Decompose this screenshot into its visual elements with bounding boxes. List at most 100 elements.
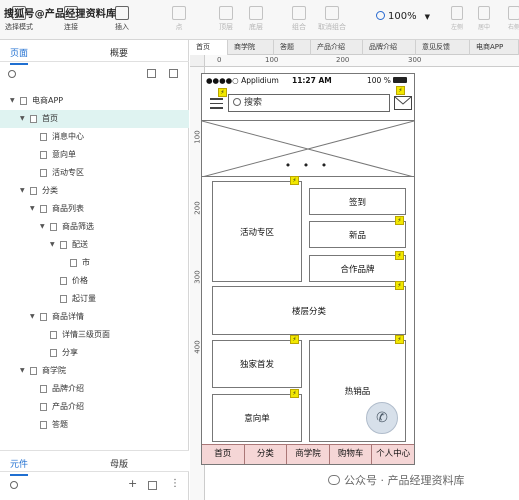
tree-item[interactable]: 消息中心 [0,128,189,146]
menu-icon[interactable] [210,98,223,109]
mail-icon[interactable] [394,96,412,110]
tree-item-label: 产品介绍 [52,402,84,411]
block-new[interactable]: 新品 [309,221,406,248]
doc-tab[interactable]: 产品介绍 [311,40,363,55]
add-page-icon[interactable] [147,69,157,78]
doc-tab[interactable]: 答题 [274,40,311,55]
doc-tab-label: 意见反馈 [422,43,450,51]
tab-outline[interactable]: 概要 [110,46,128,59]
tab-widgets[interactable]: 元件 [10,457,29,476]
zoom-control[interactable]: 100% ▼ [376,11,430,22]
left-panel: 页面 概要 ▼ 电商APP ▼ 首页 消息中心 意向单 活动专区 ▼ 分类 ▼ 商品列表 ▼ 商品筛选 ▼… [0,40,189,500]
tree-item[interactable]: ▼ 商学院 [0,362,189,380]
add-folder-icon[interactable] [169,69,178,78]
tree-item[interactable]: 品牌介绍 [0,380,189,398]
tree-item[interactable]: 起订量 [0,290,189,308]
plus-icon[interactable]: + [128,477,137,490]
page-icon [60,295,67,303]
watermark-text: 搜狐号@产品经理资料库 [4,9,117,20]
block-signin[interactable]: 签到 [309,188,406,215]
tree-item[interactable]: ▼ 首页 [0,110,189,128]
block-intent[interactable]: 意向单 [212,394,302,442]
chevron-down-icon[interactable]: ▼ [30,308,35,326]
chevron-down-icon[interactable]: ▼ [20,362,25,380]
page-icon [40,403,47,411]
nav-profile[interactable]: 个人中心 [372,445,414,464]
tree-item[interactable]: ▼ 配送 [0,236,189,254]
chevron-down-icon[interactable]: ▼ [40,218,45,236]
toolbar-button-group[interactable]: 组合 [282,4,316,36]
page-icon [40,151,47,159]
tab-masters[interactable]: 母版 [110,457,128,470]
toolbar-button-label: 底层 [249,23,263,31]
more-icon[interactable]: ⋮ [170,478,180,489]
tree-item[interactable]: ▼ 电商APP [0,92,189,110]
tree-item[interactable]: 意向单 [0,146,189,164]
toolbar-button-point[interactable]: 点 [162,4,196,36]
tree-item[interactable]: ▼ 分类 [0,182,189,200]
tree-item[interactable]: 活动专区 [0,164,189,182]
doc-tab[interactable]: 品牌介绍 [363,40,416,55]
toolbar-button-send-back[interactable]: 底层 [239,4,273,36]
doc-tab[interactable]: 意见反馈 [416,40,470,55]
page-icon [50,331,57,339]
call-button[interactable]: ✆ [366,402,398,434]
toolbar-button-label: 点 [175,23,183,31]
chevron-down-icon[interactable]: ▼ [20,182,25,200]
doc-tab[interactable]: 首页 [190,40,228,55]
library-icon[interactable] [148,481,157,490]
send-back-icon [249,6,263,20]
nav-home[interactable]: 首页 [202,445,245,464]
ruler-label: 200 [336,56,350,64]
chevron-down-icon[interactable]: ▼ [10,92,15,110]
nav-cart[interactable]: 购物车 [330,445,373,464]
carousel-dots[interactable]: • • • [202,159,414,172]
toolbar-button-align-center[interactable]: 居中 [474,4,494,36]
chevron-down-icon[interactable]: ▼ [30,200,35,218]
page-search[interactable] [8,70,16,80]
phone-wireframe[interactable]: ●●●●○ Applidium 11:27 AM 100 % ⚡ 搜索 ⚡ • … [201,73,415,465]
banner-placeholder[interactable]: • • • [202,121,414,177]
block-activity[interactable]: 活动专区 [212,181,302,282]
page-icon [40,133,47,141]
chevron-down-icon[interactable]: ▼ [50,236,55,254]
block-label: 新品 [348,230,366,241]
chevron-down-icon[interactable]: ▼ [20,110,25,128]
tree-item-label: 市 [82,258,90,267]
page-icon [30,367,37,375]
tree-item[interactable]: 市 [0,254,189,272]
tab-pages[interactable]: 页面 [10,46,29,65]
tree-item[interactable]: ▼ 商品筛选 [0,218,189,236]
toolbar-button-bring-front[interactable]: 顶层 [209,4,243,36]
bottom-nav: 首页 分类 商学院 购物车 个人中心 [202,444,414,464]
tree-item[interactable]: ▼ 商品列表 [0,200,189,218]
battery-icon [393,77,407,83]
nav-academy[interactable]: 商学院 [287,445,330,464]
block-exclusive[interactable]: 独家首发 [212,340,302,388]
block-label: 意向单 [244,414,270,424]
search-icon[interactable] [10,481,18,489]
tree-item[interactable]: 详情三级页面 [0,326,189,344]
carrier-text: ●●●●○ Applidium [206,76,279,85]
tree-item[interactable]: 答题 [0,416,189,434]
tree-item[interactable]: 价格 [0,272,189,290]
block-label: 合作品牌 [340,264,375,275]
tree-item-label: 起订量 [72,294,96,303]
doc-tab[interactable]: 商学院 [228,40,274,55]
tree-item[interactable]: 分享 [0,344,189,362]
toolbar-button-align-left[interactable]: 左侧 [447,4,467,36]
wechat-logo-icon [328,475,340,485]
tree-item[interactable]: ▼ 商品详情 [0,308,189,326]
zoom-value: 100% [388,11,417,22]
doc-tab[interactable]: 电商APP [470,40,519,55]
block-partner[interactable]: 合作品牌 [309,255,406,282]
block-floor-category[interactable]: 楼层分类 [212,286,406,335]
search-box[interactable]: 搜索 [228,94,390,112]
page-tree: ▼ 电商APP ▼ 首页消息中心意向单 活动专区 ▼ 分类 ▼ 商品列表 ▼ 商品筛选 ▼ 配送市价格起… [0,92,189,434]
toolbar-button-align-right[interactable]: 右侧 [504,4,519,36]
toolbar-button-ungroup[interactable]: 取消组合 [315,4,349,36]
block-label: 活动专区 [239,227,274,238]
tree-item-label: 消息中心 [52,132,84,141]
tree-item[interactable]: 产品介绍 [0,398,189,416]
nav-category[interactable]: 分类 [245,445,288,464]
